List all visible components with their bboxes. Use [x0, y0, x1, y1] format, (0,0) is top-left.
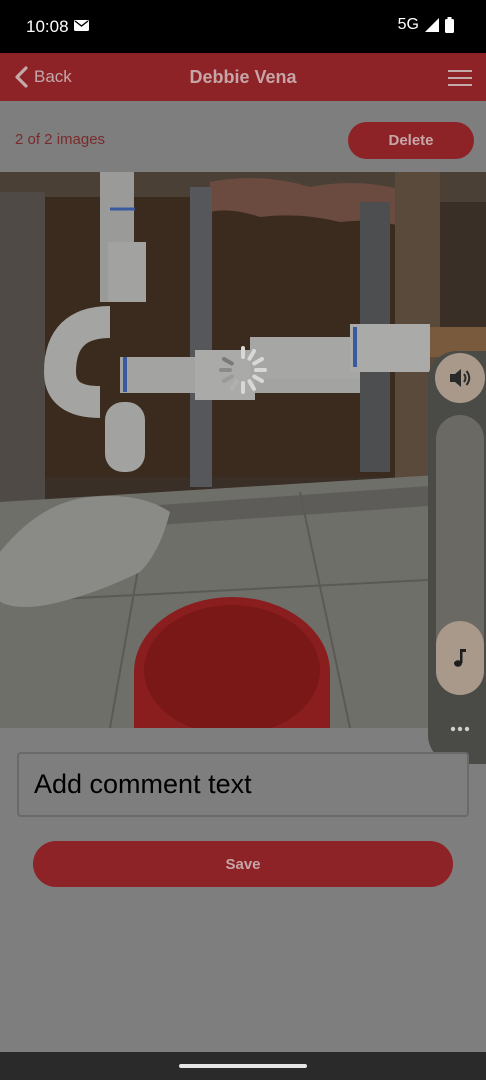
status-bar: 10:08 5G [0, 0, 486, 53]
image-count: 2 of 2 images [15, 131, 106, 148]
mail-icon [74, 20, 89, 31]
delete-button[interactable]: Delete [348, 122, 474, 159]
signal-icon [425, 18, 439, 32]
volume-icon [450, 369, 471, 387]
status-time: 10:08 [26, 17, 69, 36]
system-nav-bar [0, 1052, 486, 1080]
photo-image [0, 172, 486, 728]
loading-spinner-icon [219, 346, 267, 394]
page-title: Debbie Vena [189, 67, 297, 87]
more-button[interactable] [445, 719, 475, 739]
content-area: 2 of 2 images Delete Add comment text Sa… [0, 101, 486, 1052]
menu-icon[interactable] [448, 69, 472, 87]
music-button[interactable] [436, 621, 484, 695]
status-right: 5G [398, 16, 454, 34]
music-note-icon [454, 649, 466, 667]
comment-input[interactable] [17, 752, 469, 817]
network-label: 5G [397, 16, 419, 33]
volume-button[interactable] [435, 353, 485, 403]
more-icon [450, 726, 470, 732]
save-button[interactable]: Save [33, 841, 453, 887]
battery-icon [445, 17, 454, 33]
home-indicator[interactable] [179, 1064, 307, 1068]
photo-view[interactable] [0, 172, 486, 728]
app-bar: Back Debbie Vena [0, 53, 486, 101]
